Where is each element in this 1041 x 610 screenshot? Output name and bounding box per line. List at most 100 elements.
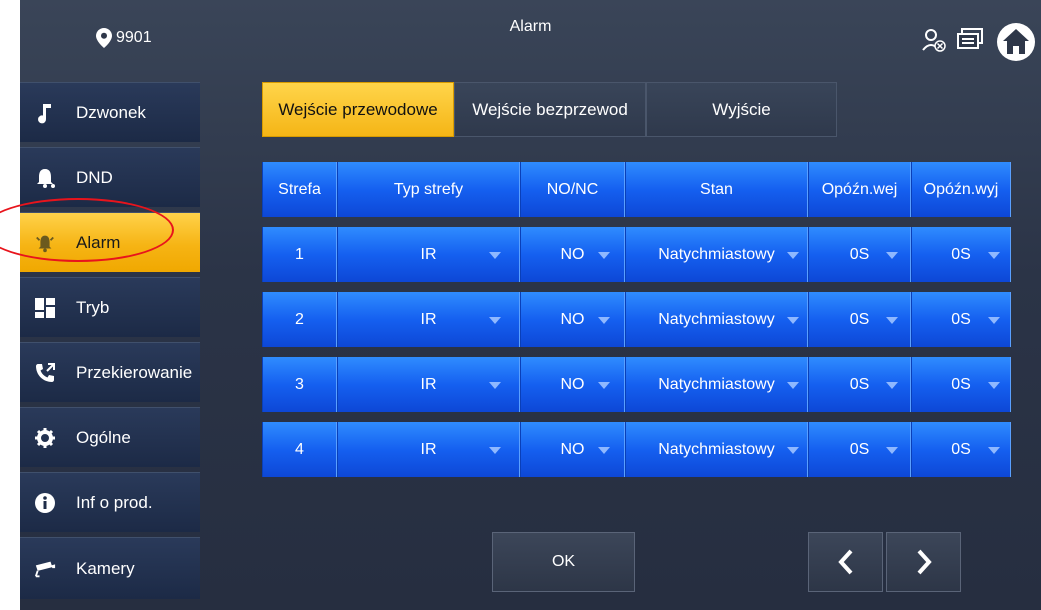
zone-number: 1: [262, 227, 337, 282]
no-nc-select[interactable]: NO: [520, 227, 625, 282]
chevron-down-icon: [598, 382, 610, 389]
camera-icon: [34, 558, 56, 580]
sidebar-item-przekierowanie[interactable]: Przekierowanie: [20, 342, 200, 402]
zone-type-value: IR: [420, 245, 437, 263]
chevron-down-icon: [886, 447, 898, 454]
device-screen: 9901 Alarm Dzwonek DND Alarm Tryb Przeki…: [20, 0, 1041, 610]
entry-delay-select[interactable]: 0S: [808, 227, 911, 282]
sidebar-item-ogolne[interactable]: Ogólne: [20, 407, 200, 467]
previous-page-button[interactable]: [808, 532, 883, 592]
table-row: 2 IR NO Natychmiastowy 0S 0S: [262, 292, 1011, 347]
entry-delay-value: 0S: [849, 245, 870, 263]
exit-delay-select[interactable]: 0S: [911, 357, 1011, 412]
monitor-icon[interactable]: [956, 28, 984, 57]
sidebar-item-dnd[interactable]: DND: [20, 147, 200, 207]
sidebar-item-inf-o-prod[interactable]: Inf o prod.: [20, 472, 200, 532]
sidebar-item-alarm[interactable]: Alarm: [20, 212, 200, 272]
chevron-down-icon: [787, 382, 799, 389]
no-nc-value: NO: [560, 375, 585, 393]
gear-icon: [34, 427, 56, 449]
sidebar-item-label: DND: [76, 167, 113, 187]
zone-type-select[interactable]: IR: [337, 422, 520, 477]
sidebar-item-label: Inf o prod.: [76, 492, 153, 512]
column-header-opozn-wyj: Opóźn.wyj: [911, 162, 1011, 217]
exit-delay-value: 0S: [951, 245, 971, 263]
exit-delay-value: 0S: [951, 440, 971, 458]
home-icon[interactable]: [996, 22, 1036, 67]
chevron-down-icon: [787, 317, 799, 324]
state-select[interactable]: Natychmiastowy: [625, 422, 808, 477]
chevron-down-icon: [489, 317, 501, 324]
sidebar-item-label: Dzwonek: [76, 102, 146, 122]
chevron-down-icon: [489, 447, 501, 454]
entry-delay-value: 0S: [849, 310, 870, 328]
user-status-icon[interactable]: [922, 28, 946, 57]
zone-type-select[interactable]: IR: [337, 227, 520, 282]
exit-delay-select[interactable]: 0S: [911, 292, 1011, 347]
tab-wyjscie[interactable]: Wyjście: [646, 82, 837, 137]
exit-delay-select[interactable]: 0S: [911, 422, 1011, 477]
sidebar-item-label: Tryb: [76, 297, 110, 317]
chevron-down-icon: [886, 317, 898, 324]
sidebar-item-dzwonek[interactable]: Dzwonek: [20, 82, 200, 142]
no-nc-select[interactable]: NO: [520, 357, 625, 412]
tab-wejscie-przewodowe[interactable]: Wejście przewodowe: [262, 82, 454, 137]
next-page-button[interactable]: [886, 532, 961, 592]
music-note-icon: [34, 102, 56, 124]
chevron-down-icon: [988, 447, 1000, 454]
zone-type-value: IR: [420, 440, 437, 458]
chevron-right-icon: [917, 549, 932, 575]
exit-delay-select[interactable]: 0S: [911, 227, 1011, 282]
zone-table: Strefa Typ strefy NO/NC Stan Opóźn.wej O…: [262, 162, 1011, 487]
sidebar-item-label: Kamery: [76, 558, 135, 578]
zone-type-value: IR: [420, 310, 437, 328]
column-header-stan: Stan: [625, 162, 808, 217]
chevron-down-icon: [787, 447, 799, 454]
chevron-down-icon: [886, 382, 898, 389]
sidebar-item-label: Alarm: [76, 232, 121, 252]
state-select[interactable]: Natychmiastowy: [625, 292, 808, 347]
state-value: Natychmiastowy: [658, 245, 775, 263]
chevron-down-icon: [886, 252, 898, 259]
sidebar-item-label: Przekierowanie: [76, 362, 193, 382]
table-row: 4 IR NO Natychmiastowy 0S 0S: [262, 422, 1011, 477]
state-select[interactable]: Natychmiastowy: [625, 357, 808, 412]
state-value: Natychmiastowy: [658, 440, 775, 458]
chevron-down-icon: [787, 252, 799, 259]
column-header-typ-strefy: Typ strefy: [337, 162, 520, 217]
exit-delay-value: 0S: [951, 375, 971, 393]
no-nc-value: NO: [560, 245, 585, 263]
alarm-bell-icon: [34, 232, 56, 254]
zone-number: 3: [262, 357, 337, 412]
entry-delay-value: 0S: [849, 375, 870, 393]
column-header-opozn-wej: Opóźn.wej: [808, 162, 911, 217]
state-value: Natychmiastowy: [658, 310, 775, 328]
table-header-row: Strefa Typ strefy NO/NC Stan Opóźn.wej O…: [262, 162, 1011, 217]
tab-wejscie-bezprzewodowe[interactable]: Wejście bezprzewod: [454, 82, 646, 137]
sidebar-item-kamery[interactable]: Kamery: [20, 537, 200, 599]
chevron-left-icon: [837, 549, 852, 575]
zone-type-select[interactable]: IR: [337, 292, 520, 347]
table-row: 1 IR NO Natychmiastowy 0S 0S: [262, 227, 1011, 282]
chevron-down-icon: [489, 252, 501, 259]
state-select[interactable]: Natychmiastowy: [625, 227, 808, 282]
ok-button[interactable]: OK: [492, 532, 635, 592]
entry-delay-select[interactable]: 0S: [808, 357, 911, 412]
no-nc-select[interactable]: NO: [520, 292, 625, 347]
chevron-down-icon: [598, 252, 610, 259]
state-value: Natychmiastowy: [658, 375, 775, 393]
sidebar-item-tryb[interactable]: Tryb: [20, 277, 200, 337]
entry-delay-select[interactable]: 0S: [808, 422, 911, 477]
table-row: 3 IR NO Natychmiastowy 0S 0S: [262, 357, 1011, 412]
entry-delay-select[interactable]: 0S: [808, 292, 911, 347]
zone-number: 4: [262, 422, 337, 477]
zone-type-select[interactable]: IR: [337, 357, 520, 412]
no-nc-value: NO: [560, 440, 585, 458]
chevron-down-icon: [489, 382, 501, 389]
sidebar-item-label: Ogólne: [76, 427, 131, 447]
exit-delay-value: 0S: [951, 310, 971, 328]
chevron-down-icon: [988, 252, 1000, 259]
column-header-no-nc: NO/NC: [520, 162, 625, 217]
no-nc-select[interactable]: NO: [520, 422, 625, 477]
phone-forward-icon: [34, 362, 56, 384]
